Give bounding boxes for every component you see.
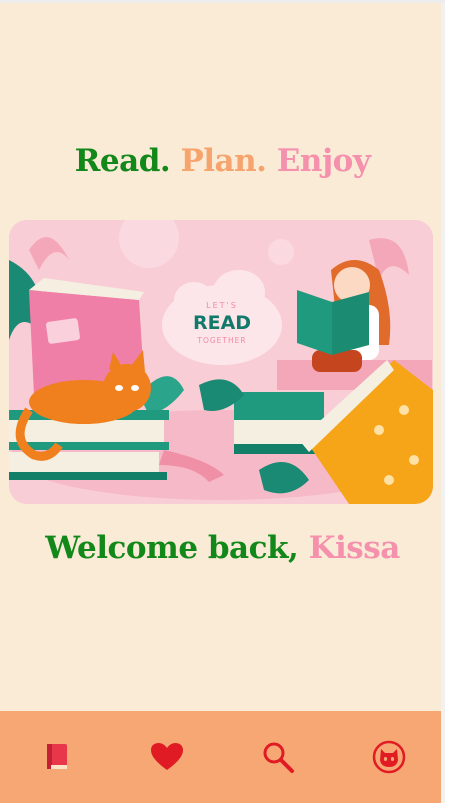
search-icon xyxy=(263,742,295,773)
welcome-username: Kissa xyxy=(308,530,401,566)
tagline-read: Read. xyxy=(74,143,171,179)
bottom-nav xyxy=(0,711,445,803)
heart-icon xyxy=(150,743,183,770)
badge-line2: READ xyxy=(193,312,251,334)
tagline-plan: Plan. xyxy=(180,143,267,179)
scrollbar-track xyxy=(441,3,445,803)
badge-line1: LET'S xyxy=(206,301,238,310)
hero-illustration: LET'S READ TOGETHER xyxy=(9,220,433,504)
badge-line3: TOGETHER xyxy=(196,336,246,345)
cat-profile-icon xyxy=(373,740,406,774)
book-icon xyxy=(46,744,67,769)
nav-favorites-button[interactable] xyxy=(139,729,195,785)
welcome-message: Welcome back, Kissa xyxy=(0,530,445,566)
welcome-greeting: Welcome back, xyxy=(45,530,299,566)
reading-illustration: LET'S READ TOGETHER xyxy=(9,220,433,504)
tagline-enjoy: Enjoy xyxy=(276,143,371,179)
nav-library-button[interactable] xyxy=(28,729,84,785)
tagline: Read. Plan. Enjoy xyxy=(0,143,445,179)
nav-search-button[interactable] xyxy=(250,729,306,785)
home-screen: Read. Plan. Enjoy LET'S READ TOGETHER We… xyxy=(0,0,445,803)
nav-profile-button[interactable] xyxy=(361,729,417,785)
